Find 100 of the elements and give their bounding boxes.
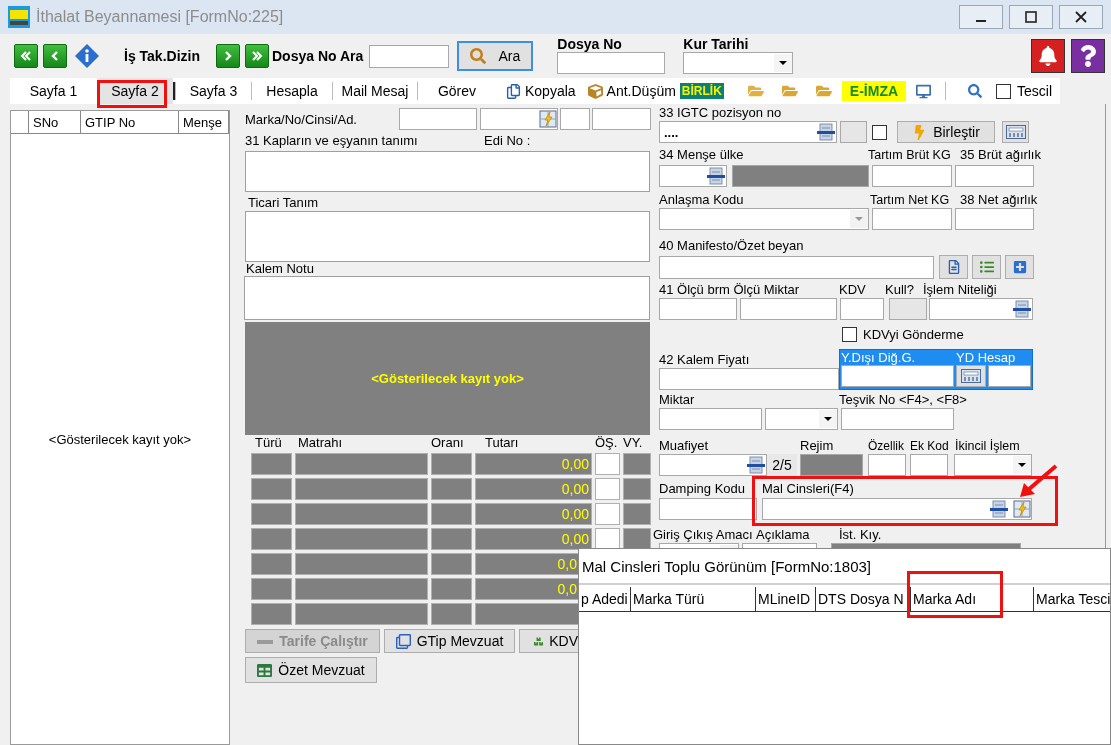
table-cell	[251, 528, 292, 550]
input-field[interactable]	[872, 208, 952, 230]
gross-tare-label: Tartım Brüt KG	[868, 147, 952, 162]
checkbox[interactable]	[996, 83, 1012, 99]
copy-button[interactable]: Kopyala	[506, 83, 576, 99]
list-icon[interactable]	[706, 167, 726, 185]
edit-icon[interactable]	[539, 110, 557, 128]
list-icon[interactable]	[1012, 300, 1032, 318]
table-cell[interactable]	[595, 528, 620, 550]
esign-badge[interactable]: E-İMZA	[841, 81, 907, 101]
windows-icon	[395, 633, 411, 649]
dumping-field[interactable]	[659, 498, 757, 520]
file-no-field[interactable]	[557, 52, 666, 74]
input-field[interactable]: ....	[659, 121, 837, 143]
input-field[interactable]	[955, 208, 1034, 230]
document-button[interactable]	[939, 255, 968, 279]
goods-field[interactable]	[762, 498, 1032, 520]
maximize-button[interactable]	[1009, 5, 1053, 29]
monitor-icon[interactable]	[916, 83, 932, 99]
marks-label: Marka/No/Cinsi/Ad.	[245, 111, 358, 127]
input-field[interactable]	[955, 165, 1034, 187]
calculator-button[interactable]	[1002, 121, 1029, 143]
column-header[interactable]: SNo	[29, 111, 81, 133]
column-header[interactable]: DTS Dosya N	[816, 587, 911, 611]
double-chevron-icon	[20, 50, 32, 62]
manifest-field[interactable]	[659, 255, 934, 279]
price-field[interactable]	[659, 368, 839, 390]
merge-button[interactable]: Birleştir	[897, 121, 995, 143]
checkbox[interactable]	[842, 327, 857, 342]
dumping-label: Damping Kodu	[659, 481, 746, 496]
search-field[interactable]	[369, 44, 450, 68]
input-field[interactable]	[399, 108, 477, 130]
description-label: 31 Kapların ve eşyanın tanımı	[245, 133, 419, 148]
checkbox[interactable]	[872, 124, 887, 140]
agreement-dropdown[interactable]	[659, 208, 869, 230]
input-field[interactable]	[988, 365, 1031, 387]
input-field[interactable]	[592, 108, 651, 130]
list-button[interactable]	[972, 255, 1001, 279]
first-record-button[interactable]	[14, 44, 38, 68]
close-button[interactable]	[1059, 5, 1103, 29]
column-header[interactable]: p Adedi	[579, 587, 631, 611]
add-document-button[interactable]	[1005, 255, 1034, 279]
search-document-icon[interactable]	[968, 84, 983, 98]
previous-record-button[interactable]	[43, 44, 67, 68]
help-button[interactable]	[1071, 39, 1105, 73]
input-field[interactable]	[740, 298, 837, 320]
input-field[interactable]	[841, 365, 954, 387]
note-field[interactable]	[244, 276, 650, 320]
column-header: Matrahı	[297, 435, 344, 450]
input-field[interactable]	[929, 298, 1033, 320]
calculator-icon	[961, 369, 981, 383]
info-icon[interactable]	[74, 43, 100, 69]
search-button[interactable]: Ara	[457, 41, 534, 71]
table-cell	[251, 578, 292, 600]
next-record-button[interactable]	[216, 44, 240, 68]
trade-label: Ticari Tanım	[248, 195, 319, 210]
edit-icon[interactable]	[1013, 500, 1031, 518]
input-field[interactable]	[868, 454, 906, 476]
tracking-label: İş Tak.Dizin	[124, 48, 200, 64]
input-field[interactable]	[659, 454, 767, 476]
deduction-button[interactable]: Ant.Düşüm	[587, 83, 676, 99]
origin-label: 34 Menşe ülke	[659, 147, 745, 162]
add-icon	[1012, 260, 1027, 274]
column-header[interactable]: Marka Tesci	[1034, 587, 1111, 611]
list-icon[interactable]	[746, 456, 766, 474]
input-field[interactable]	[560, 108, 590, 130]
feature-label: Özellik	[868, 438, 905, 453]
quantity-field[interactable]	[659, 408, 762, 430]
list-icon[interactable]	[989, 500, 1009, 518]
table-cell	[431, 503, 472, 525]
description-field[interactable]	[245, 151, 650, 192]
last-record-button[interactable]	[245, 44, 269, 68]
input-field[interactable]	[659, 298, 737, 320]
secondary-operation-label: İkincil İşlem	[955, 438, 1020, 453]
column-header[interactable]: MLineID	[756, 587, 816, 611]
column-header[interactable]: GTIP No	[81, 111, 179, 133]
input-field[interactable]	[872, 165, 952, 187]
list-icon[interactable]	[816, 123, 836, 141]
input-field[interactable]	[659, 165, 727, 187]
column-header[interactable]: Marka Adı	[911, 587, 1034, 611]
input-field[interactable]	[840, 298, 884, 320]
column-header[interactable]: Menşe	[179, 111, 229, 133]
calculator-button[interactable]	[956, 365, 986, 387]
union-badge[interactable]: BİRLİK	[679, 83, 724, 99]
table-cell[interactable]	[595, 453, 620, 475]
button[interactable]: GTip Mevzuat	[384, 629, 515, 653]
table-cell[interactable]	[595, 478, 620, 500]
folder-icon[interactable]	[747, 83, 764, 99]
input-field[interactable]	[910, 454, 948, 476]
notification-button[interactable]	[1031, 39, 1065, 73]
button[interactable]: KDV	[519, 629, 579, 653]
column-header[interactable]: Marka Türü	[631, 587, 756, 611]
input-field[interactable]	[480, 108, 558, 130]
extra-code-label: Ek Kod	[910, 438, 950, 453]
button[interactable]: Özet Mevzuat	[245, 657, 377, 683]
manifest-label: 40 Manifesto/Özet beyan	[659, 238, 804, 253]
table-cell[interactable]	[595, 503, 620, 525]
incentive-field[interactable]	[841, 408, 954, 430]
minimize-button[interactable]	[959, 5, 1003, 29]
trade-field[interactable]	[245, 211, 650, 262]
